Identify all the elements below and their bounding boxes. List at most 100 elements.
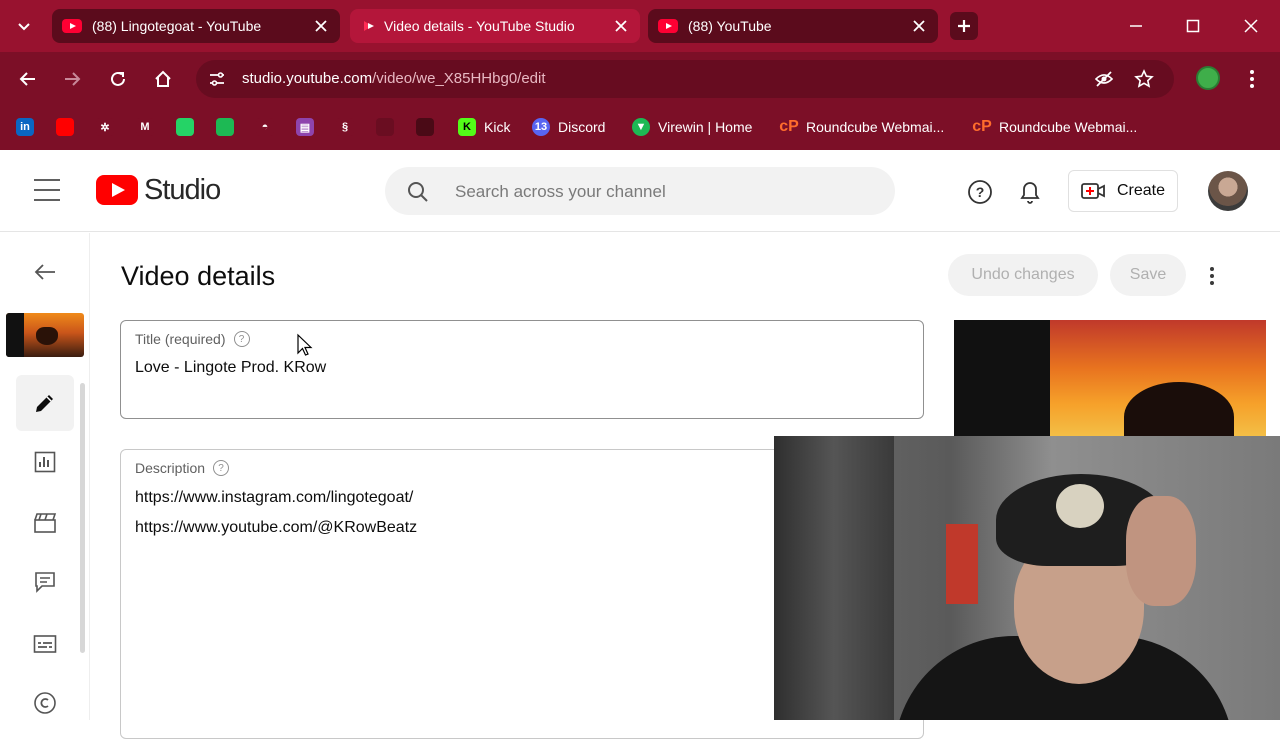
video-thumbnail[interactable]	[6, 313, 84, 357]
bookmark-film-icon[interactable]: ▤	[296, 116, 314, 138]
bookmark-gmail-icon[interactable]: M	[136, 116, 154, 138]
rail-item-subtitles[interactable]	[16, 616, 74, 672]
bookmark-spotify-icon[interactable]	[216, 116, 234, 138]
bookmark-app-icon[interactable]: §	[336, 116, 354, 138]
whatsapp-icon	[176, 118, 194, 136]
description-line[interactable]: https://www.instagram.com/lingotegoat/	[135, 489, 413, 507]
bookmark-youtube-icon[interactable]	[56, 116, 74, 138]
more-options-icon[interactable]	[1204, 262, 1220, 290]
studio-favicon-icon	[360, 19, 374, 33]
bookmark-star-icon[interactable]	[1134, 69, 1154, 89]
browser-toolbar: studio.youtube.com/video/we_X85HHbg0/edi…	[0, 52, 1280, 106]
extension-icon[interactable]	[1196, 66, 1220, 90]
menu-hamburger-icon[interactable]	[34, 179, 60, 201]
reload-button[interactable]	[104, 65, 132, 93]
spotify-icon	[216, 118, 234, 136]
notifications-button[interactable]	[1016, 178, 1044, 206]
browser-tab-youtube[interactable]: (88) YouTube	[648, 9, 938, 43]
youtube-favicon-icon	[658, 19, 678, 33]
bookmark-app-icon[interactable]	[376, 116, 394, 138]
arrow-left-icon	[19, 72, 35, 86]
description-line[interactable]: https://www.youtube.com/@KRowBeatz	[135, 519, 417, 537]
bookmark-roundcube-1[interactable]: cP Roundcube Webmai...	[779, 116, 944, 138]
bookmark-kick[interactable]: K Kick	[458, 116, 510, 138]
bookmark-linkedin-icon[interactable]: in	[16, 116, 34, 138]
browser-menu-button[interactable]	[1244, 66, 1260, 92]
close-tab-icon[interactable]	[612, 17, 630, 35]
linkedin-icon: in	[16, 118, 34, 136]
minimize-icon	[1130, 25, 1142, 27]
studio-logo-text: Studio	[144, 173, 221, 206]
save-button[interactable]: Save	[1110, 254, 1186, 296]
rail-scrollbar[interactable]	[80, 383, 85, 653]
account-avatar[interactable]	[1208, 171, 1248, 211]
maximize-window-button[interactable]	[1179, 12, 1207, 40]
close-tab-icon[interactable]	[910, 17, 928, 35]
discord-icon: 13	[532, 118, 550, 136]
undo-changes-button[interactable]: Undo changes	[948, 254, 1098, 296]
youtube-icon	[56, 118, 74, 136]
help-circle-icon[interactable]: ?	[213, 460, 230, 476]
rail-item-analytics[interactable]	[16, 434, 74, 490]
bookmark-grid-app-icon[interactable]: ✲	[96, 116, 114, 138]
back-button[interactable]	[14, 65, 42, 93]
cpanel-icon: cP	[972, 118, 992, 135]
rail-item-editor[interactable]	[16, 495, 74, 551]
webcam-overlay	[774, 436, 1280, 720]
app-icon: §	[336, 118, 354, 136]
channel-search-bar[interactable]: Search across your channel	[385, 167, 895, 215]
search-icon	[407, 181, 429, 203]
bookmark-virewin[interactable]: ▼ Virewin | Home	[632, 116, 752, 138]
youtube-favicon-icon	[62, 19, 82, 33]
create-label: Create	[1117, 182, 1166, 199]
title-input-value[interactable]: Love - Lingote Prod. KRow	[135, 359, 326, 377]
browser-tab-strip: (88) Lingotegoat - YouTube Video details…	[0, 0, 1280, 52]
clapperboard-icon	[34, 513, 57, 533]
video-preview-player[interactable]	[954, 320, 1266, 440]
new-tab-button[interactable]	[950, 12, 978, 40]
subtitles-icon	[33, 635, 57, 653]
bookmark-app-icon[interactable]	[416, 116, 434, 138]
grid-app-icon: ✲	[96, 118, 114, 136]
tab-search-chevron-icon[interactable]	[10, 12, 38, 40]
title-field[interactable]: Title (required) ? Love - Lingote Prod. …	[120, 320, 924, 419]
rail-item-comments[interactable]	[16, 554, 74, 610]
gmail-icon: M	[136, 118, 154, 136]
eye-slash-icon[interactable]	[1094, 69, 1114, 89]
browser-tab-video-details[interactable]: Video details - YouTube Studio	[350, 9, 640, 43]
bookmark-discord[interactable]: 13 Discord	[532, 116, 605, 138]
studio-header: Studio Search across your channel ? Crea…	[0, 150, 1280, 232]
app-icon	[416, 118, 434, 136]
app-icon	[376, 118, 394, 136]
svg-text:?: ?	[976, 184, 985, 200]
reload-icon	[111, 71, 125, 86]
search-placeholder: Search across your channel	[455, 182, 666, 201]
create-button[interactable]: Create	[1068, 170, 1178, 212]
rail-item-details[interactable]	[16, 375, 74, 431]
pencil-icon	[36, 395, 53, 412]
help-button[interactable]: ?	[966, 178, 994, 206]
youtube-logo-icon	[96, 175, 138, 205]
bookmark-whatsapp-icon[interactable]	[176, 116, 194, 138]
home-button[interactable]	[149, 65, 177, 93]
rail-item-copyright[interactable]	[16, 675, 74, 731]
bookmark-app-icon[interactable]: ◓	[256, 116, 274, 138]
kick-icon: K	[458, 118, 476, 136]
back-to-content-button[interactable]	[32, 259, 58, 285]
comments-icon	[35, 572, 55, 593]
forward-button[interactable]	[58, 65, 86, 93]
help-icon: ?	[968, 180, 992, 204]
close-window-button[interactable]	[1237, 12, 1265, 40]
site-settings-icon[interactable]	[208, 70, 226, 88]
browser-tab-lingotegoat[interactable]: (88) Lingotegoat - YouTube	[52, 9, 340, 43]
close-tab-icon[interactable]	[312, 17, 330, 35]
studio-logo[interactable]: Studio	[96, 173, 221, 206]
help-circle-icon[interactable]: ?	[233, 331, 250, 347]
app-icon: ◓	[256, 118, 274, 136]
mouse-cursor-icon	[296, 333, 316, 357]
tab-title: (88) YouTube	[688, 18, 772, 34]
minimize-window-button[interactable]	[1122, 12, 1150, 40]
bookmark-roundcube-2[interactable]: cP Roundcube Webmai...	[972, 116, 1137, 138]
left-navigation-rail	[0, 233, 90, 720]
address-bar[interactable]: studio.youtube.com/video/we_X85HHbg0/edi…	[196, 60, 1174, 98]
